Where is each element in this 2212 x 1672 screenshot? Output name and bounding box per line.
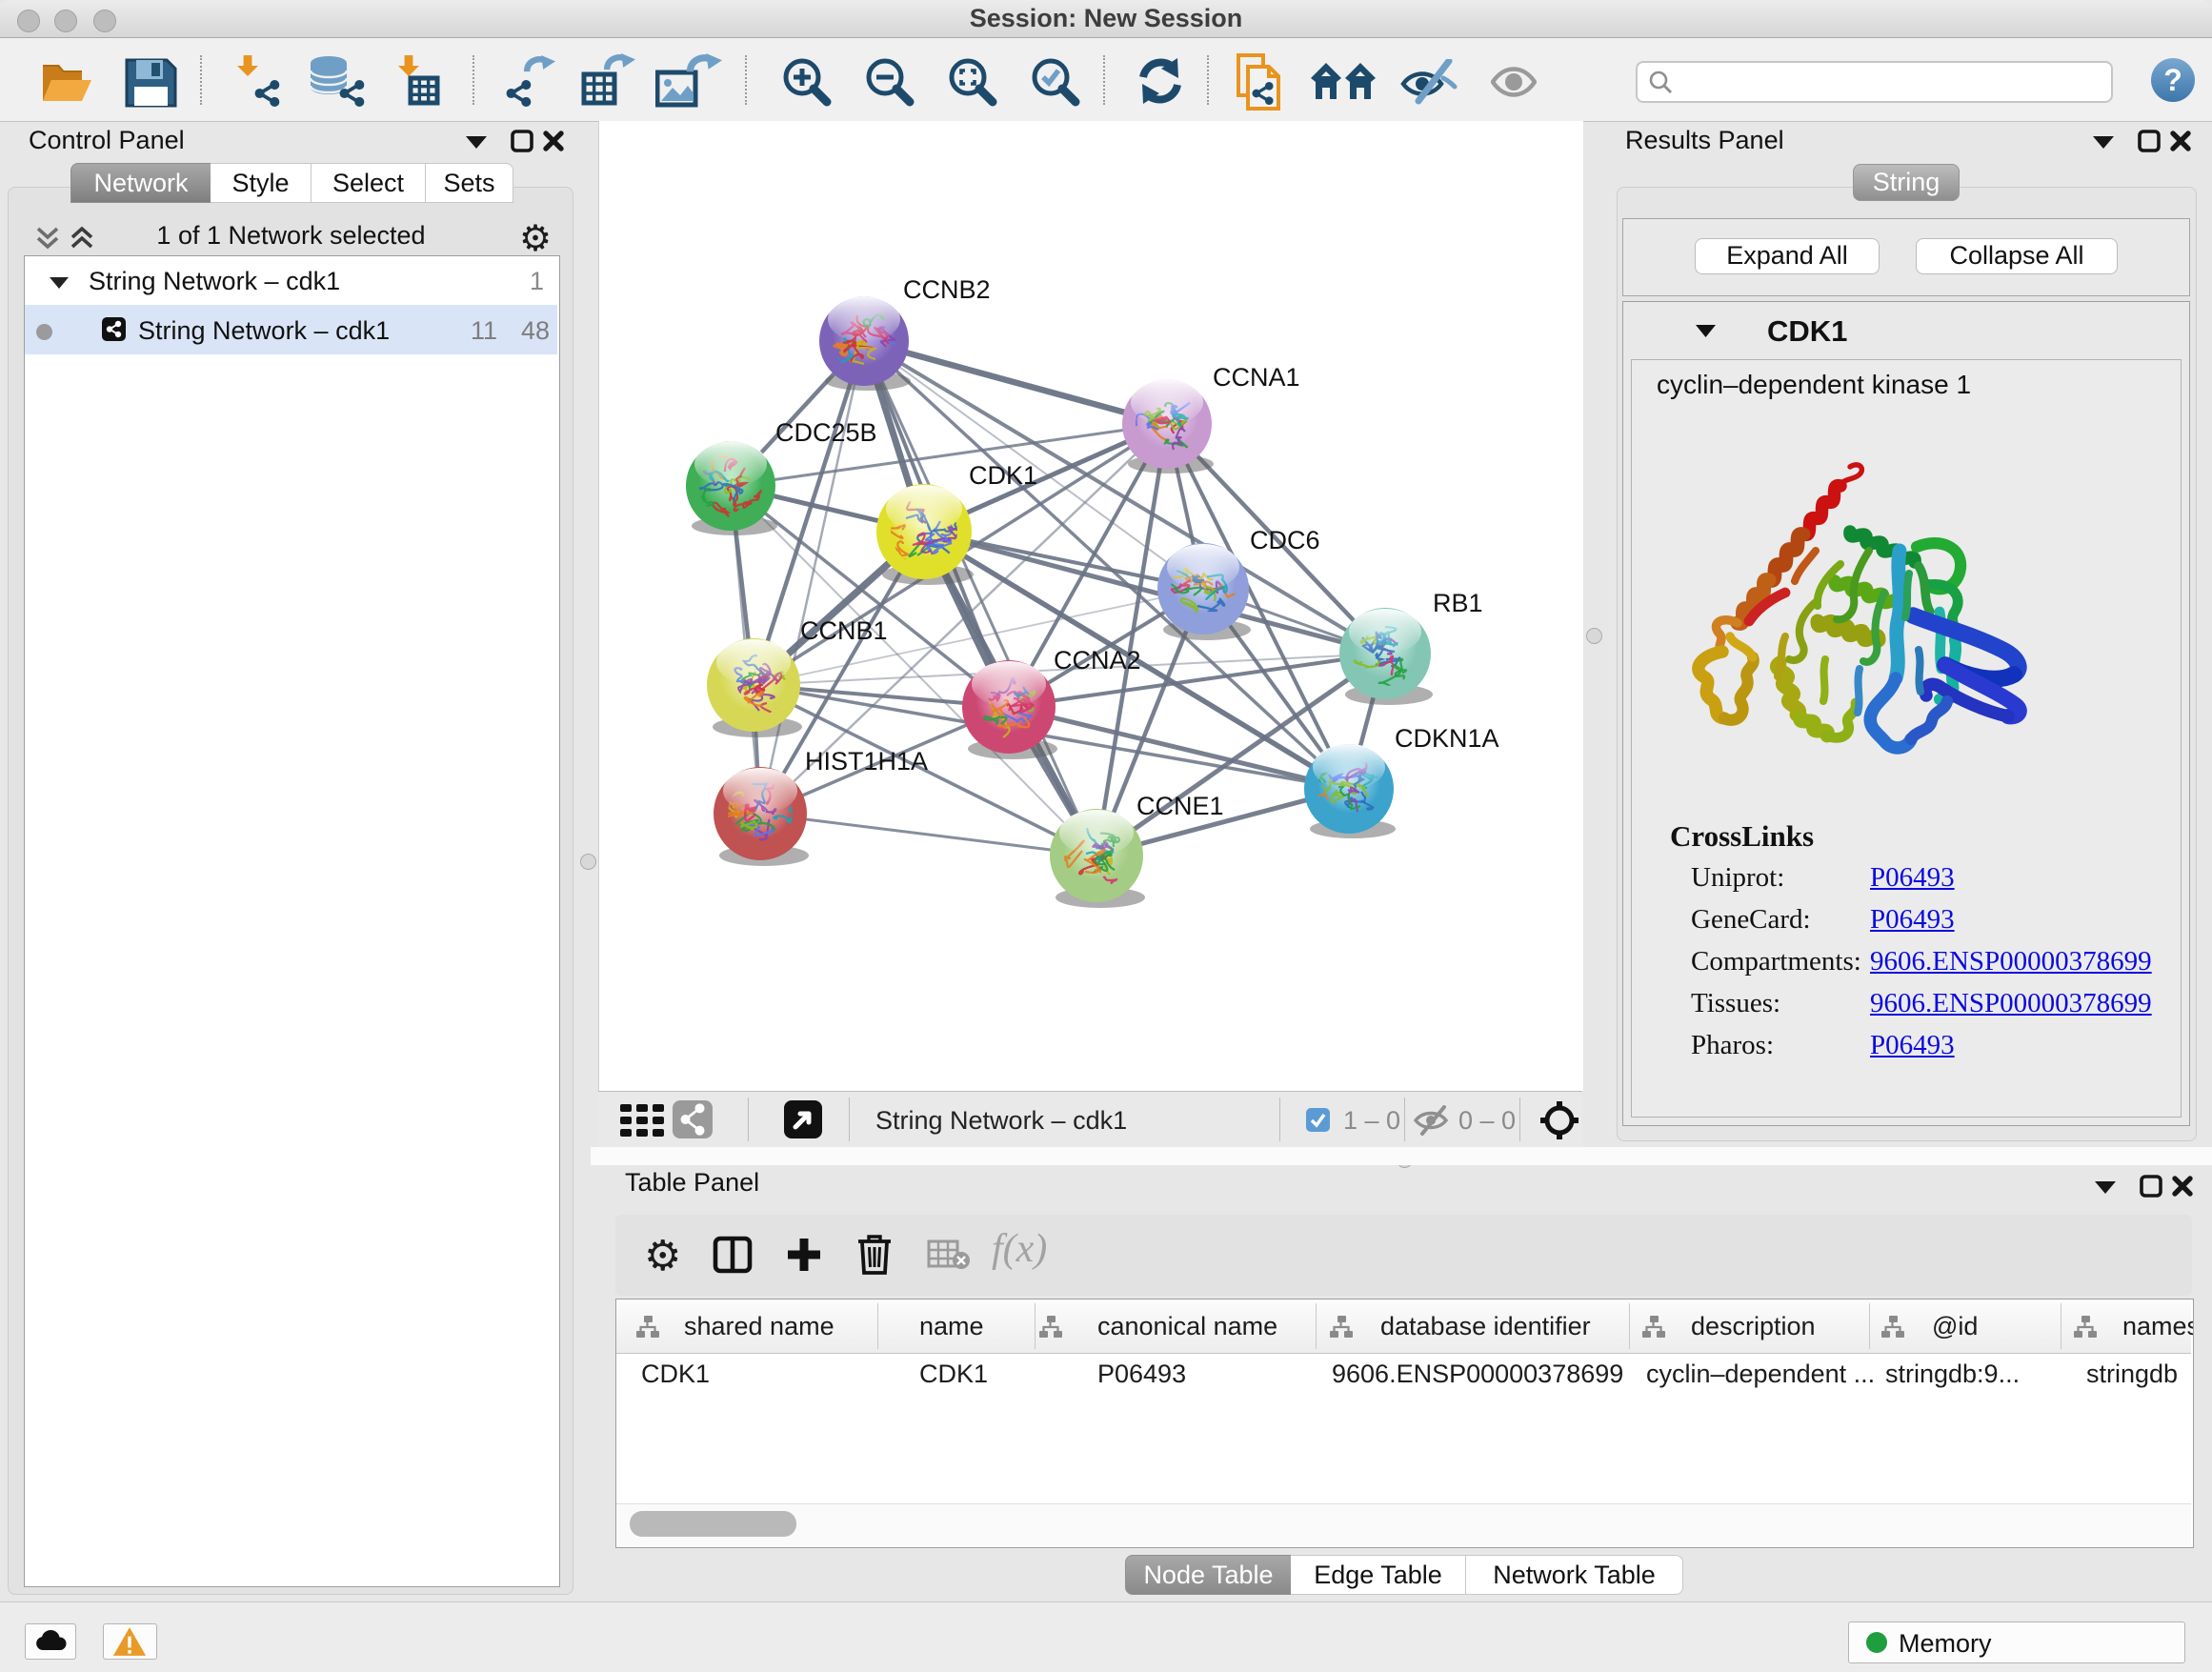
svg-text:CCNA1: CCNA1 [1213,363,1300,392]
svg-text:CDC6: CDC6 [1250,526,1320,554]
svg-text:CDKN1A: CDKN1A [1395,724,1499,753]
svg-text:CDC25B: CDC25B [775,418,877,447]
svg-text:RB1: RB1 [1433,589,1483,617]
svg-text:CCNE1: CCNE1 [1136,792,1224,820]
svg-text:CCNB2: CCNB2 [903,275,991,304]
svg-text:CCNA2: CCNA2 [1054,646,1141,675]
svg-text:HIST1H1A: HIST1H1A [805,747,928,776]
svg-text:CCNB1: CCNB1 [800,616,888,645]
svg-text:CDK1: CDK1 [969,461,1037,490]
